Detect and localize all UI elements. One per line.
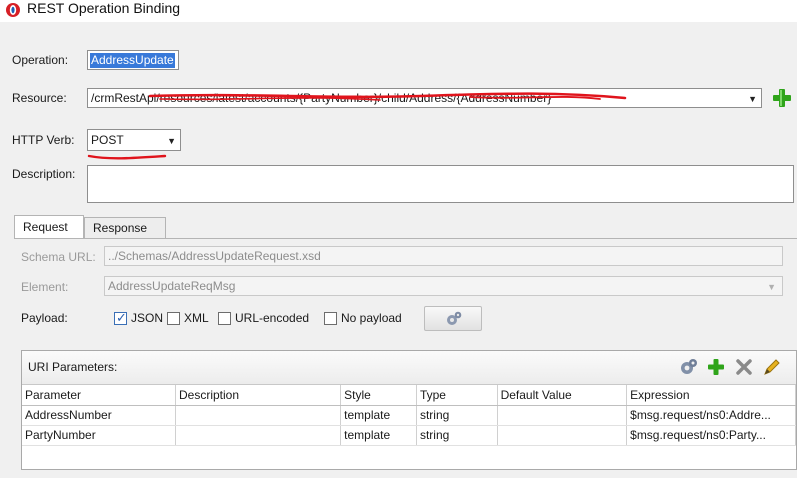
payload-xml-checkbox[interactable] — [167, 312, 180, 325]
resource-value: /crmRestApi/resources/latest/accounts/{P… — [91, 91, 552, 105]
column-header[interactable]: Parameter — [22, 385, 176, 406]
pencil-icon[interactable] — [762, 357, 782, 377]
operation-field[interactable]: AddressUpdate — [87, 50, 179, 70]
column-header[interactable]: Type — [416, 385, 498, 406]
tab-request[interactable]: Request — [14, 215, 84, 239]
resource-label: Resource: — [12, 91, 67, 105]
description-textarea[interactable] — [87, 165, 794, 203]
http-verb-label: HTTP Verb: — [12, 133, 75, 147]
payload-xml-label[interactable]: XML — [184, 311, 209, 325]
column-header[interactable]: Expression — [626, 385, 796, 406]
operation-label: Operation: — [12, 53, 69, 67]
cell-default-value[interactable] — [497, 425, 628, 446]
http-verb-value: POST — [91, 133, 124, 147]
cell-default-value[interactable] — [497, 405, 628, 426]
description-label: Description: — [12, 167, 76, 181]
cell-style[interactable]: template — [340, 425, 417, 446]
uri-parameters-panel: URI Parameters: Parameter Description St… — [21, 350, 797, 470]
column-header[interactable]: Style — [340, 385, 417, 406]
table-row[interactable]: AddressNumber template string $msg.reque… — [22, 405, 796, 426]
add-resource-plus-icon[interactable] — [771, 87, 793, 109]
schema-url-value: ../Schemas/AddressUpdateRequest.xsd — [108, 249, 321, 263]
payload-settings-button[interactable] — [424, 306, 482, 331]
cell-parameter[interactable]: PartyNumber — [22, 425, 176, 446]
payload-none-label[interactable]: No payload — [341, 311, 402, 325]
payload-json-label[interactable]: JSON — [131, 311, 163, 325]
column-header[interactable]: Description — [175, 385, 342, 406]
cell-description[interactable] — [175, 405, 342, 426]
green-plus-icon[interactable] — [706, 357, 726, 377]
payload-none-checkbox[interactable] — [324, 312, 337, 325]
delete-x-icon[interactable] — [734, 357, 754, 377]
payload-label: Payload: — [21, 311, 68, 325]
app-icon — [6, 3, 20, 17]
cell-type[interactable]: string — [416, 405, 498, 426]
cell-description[interactable] — [175, 425, 342, 446]
tab-response[interactable]: Response — [84, 217, 166, 239]
uri-parameters-table: Parameter Description Style Type Default… — [22, 385, 796, 446]
operation-value: AddressUpdate — [90, 53, 175, 68]
chevron-down-icon: ▼ — [767, 282, 776, 292]
gear-icon[interactable] — [679, 357, 699, 377]
element-value: AddressUpdateReqMsg — [108, 279, 236, 293]
table-row[interactable]: PartyNumber template string $msg.request… — [22, 425, 796, 446]
element-select: AddressUpdateReqMsg ▼ — [104, 276, 783, 296]
gear-icon — [447, 311, 462, 325]
cell-expression[interactable]: $msg.request/ns0:Addre... — [626, 405, 796, 426]
cell-type[interactable]: string — [416, 425, 498, 446]
window-title: REST Operation Binding — [27, 0, 181, 16]
schema-url-label: Schema URL: — [21, 250, 96, 264]
title-bar: REST Operation Binding — [0, 0, 797, 22]
chevron-down-icon[interactable]: ▼ — [748, 89, 757, 107]
cell-parameter[interactable]: AddressNumber — [22, 405, 176, 426]
http-verb-select[interactable]: POST ▼ — [87, 129, 181, 151]
payload-url-encoded-label[interactable]: URL-encoded — [235, 311, 309, 325]
cell-expression[interactable]: $msg.request/ns0:Party... — [626, 425, 796, 446]
chevron-down-icon[interactable]: ▼ — [167, 130, 176, 150]
cell-style[interactable]: template — [340, 405, 417, 426]
element-label: Element: — [21, 280, 69, 294]
uri-parameters-header: URI Parameters: — [22, 351, 796, 385]
table-header-row: Parameter Description Style Type Default… — [22, 385, 796, 406]
resource-combo[interactable]: /crmRestApi/resources/latest/accounts/{P… — [87, 88, 762, 108]
column-header[interactable]: Default Value — [497, 385, 628, 406]
uri-parameters-title: URI Parameters: — [28, 360, 118, 374]
payload-url-encoded-checkbox[interactable] — [218, 312, 231, 325]
payload-json-checkbox[interactable] — [114, 310, 127, 326]
schema-url-field: ../Schemas/AddressUpdateRequest.xsd — [104, 246, 783, 266]
